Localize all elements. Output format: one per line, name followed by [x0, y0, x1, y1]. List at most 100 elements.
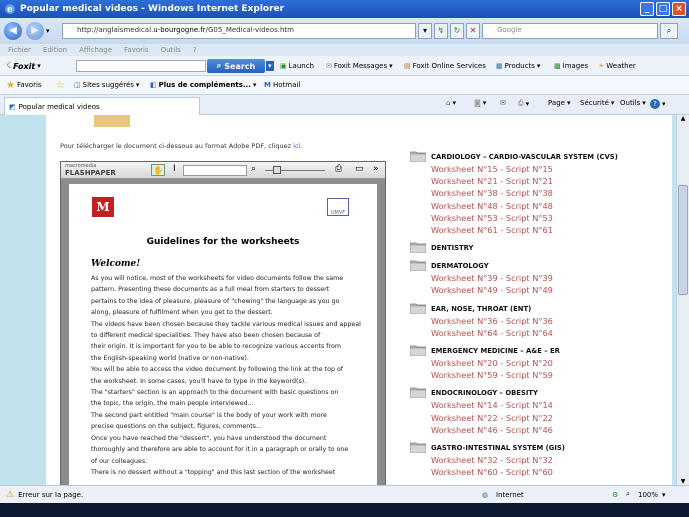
- address-dropdown-button[interactable]: ▾: [418, 23, 432, 39]
- text-select-icon[interactable]: I: [173, 164, 176, 174]
- doc-line: Once you have reached the "dessert", you…: [91, 434, 327, 442]
- close-button[interactable]: ×: [672, 2, 686, 16]
- menu-outils[interactable]: Outils: [161, 46, 181, 54]
- foxit-online-services[interactable]: ▤ Foxit Online Services: [404, 59, 486, 73]
- page-menu[interactable]: Page ▾: [548, 99, 570, 107]
- address-domain: u-bourgogne.fr: [153, 26, 206, 34]
- vertical-scrollbar[interactable]: ▲ ▼: [676, 115, 689, 485]
- scrollbar-thumb[interactable]: [678, 185, 688, 295]
- forward-button[interactable]: ▶: [26, 22, 44, 40]
- tools-menu[interactable]: Outils ▾: [620, 99, 646, 107]
- search-icon[interactable]: ⌕: [660, 23, 678, 39]
- search-box[interactable]: Google: [482, 23, 658, 39]
- security-zone[interactable]: Internet: [496, 491, 524, 499]
- menu-help[interactable]: ?: [193, 46, 197, 54]
- compat-view-button[interactable]: ↯: [434, 23, 448, 39]
- home-button[interactable]: ⌂ ▾: [446, 99, 456, 107]
- foxit-images[interactable]: ▩ Images: [554, 59, 588, 73]
- back-button[interactable]: ◀: [4, 22, 22, 40]
- print-icon[interactable]: ⎙: [335, 164, 342, 174]
- more-addons[interactable]: ◧ Plus de compléments... ▾: [150, 78, 256, 92]
- worksheet-link[interactable]: Worksheet N°49 - Script N°49: [431, 284, 670, 296]
- protected-mode-icon[interactable]: ⚙: [612, 491, 618, 499]
- warning-icon[interactable]: ⚠: [6, 490, 14, 500]
- worksheet-link[interactable]: Worksheet N°32 - Script N°32: [431, 454, 670, 466]
- doc-line: along, pleasure of fulfilment when you g…: [91, 309, 273, 317]
- scroll-down-arrow[interactable]: ▼: [677, 478, 689, 485]
- mail-button[interactable]: ✉: [500, 99, 506, 107]
- category-title: DERMATOLOGY: [431, 262, 489, 271]
- print-icon: ⎙: [518, 99, 524, 107]
- foxit-launch[interactable]: ▣ Launch: [280, 59, 314, 73]
- add-favorite-button[interactable]: ☆: [56, 78, 65, 92]
- suggested-sites[interactable]: ◫ Sites suggérés ▾: [74, 78, 139, 92]
- minimize-button[interactable]: _: [640, 2, 654, 16]
- menu-bar: Fichier Edition Affichage Favoris Outils…: [0, 44, 689, 56]
- chevron-down-icon: ▾: [252, 81, 257, 89]
- hotmail-link[interactable]: M Hotmail: [264, 78, 300, 92]
- menu-fichier[interactable]: Fichier: [8, 46, 31, 54]
- tab-popular-medical-videos[interactable]: ◩ Popular medical videos: [4, 97, 200, 115]
- help-button[interactable]: ? ▾: [650, 99, 666, 109]
- chevron-down-icon[interactable]: ▾: [662, 491, 666, 499]
- foxit-search-input[interactable]: [76, 60, 206, 72]
- worksheet-link[interactable]: Worksheet N°53 - Script N°53: [431, 212, 670, 224]
- feeds-button[interactable]: ◙ ▾: [474, 99, 486, 107]
- worksheet-link[interactable]: Worksheet N°39 - Script N°39: [431, 272, 670, 284]
- images-label: Images: [562, 62, 589, 70]
- print-button[interactable]: ⎙ ▾: [518, 99, 529, 108]
- worksheet-link[interactable]: Worksheet N°14 - Script N°14: [431, 399, 670, 411]
- status-text[interactable]: Erreur sur la page.: [18, 491, 83, 499]
- suggested-label: Sites suggérés: [82, 81, 134, 89]
- foxit-dropdown[interactable]: ▾: [266, 59, 274, 73]
- more-options-icon[interactable]: »: [373, 164, 379, 174]
- maximize-button[interactable]: □: [656, 2, 670, 16]
- worksheet-link[interactable]: Worksheet N°21 - Script N°21: [431, 175, 670, 187]
- history-dropdown-icon[interactable]: ▾: [46, 27, 50, 35]
- scroll-up-arrow[interactable]: ▲: [677, 115, 689, 122]
- star-icon: ★: [6, 79, 15, 91]
- category-title: ENDOCRINOLOGY – OBESITY: [431, 389, 538, 398]
- menu-affichage[interactable]: Affichage: [79, 46, 112, 54]
- chevron-down-icon: ▾: [389, 62, 393, 70]
- status-bar: ⚠ Erreur sur la page. ◍ Internet ⚙ ⌕ 100…: [0, 485, 689, 503]
- zoom-level[interactable]: 100%: [638, 491, 658, 499]
- worksheet-link[interactable]: Worksheet N°59 - Script N°59: [431, 369, 670, 381]
- foxit-weather[interactable]: ☀ Weather: [598, 59, 636, 73]
- worksheet-link[interactable]: Worksheet N°15 - Script N°15: [431, 163, 670, 175]
- products-label: Products: [504, 62, 535, 70]
- chevron-down-icon: ▾: [482, 99, 487, 107]
- stop-button[interactable]: ✕: [466, 23, 480, 39]
- menu-favoris[interactable]: Favoris: [124, 46, 149, 54]
- hand-tool-icon[interactable]: ✋: [151, 164, 165, 176]
- worksheet-link[interactable]: Worksheet N°20 - Script N°20: [431, 357, 670, 369]
- worksheet-link[interactable]: Worksheet N°46 - Script N°46: [431, 424, 670, 436]
- zoom-slider-handle[interactable]: [273, 166, 281, 174]
- worksheet-link[interactable]: Worksheet N°22 - Script N°22: [431, 412, 670, 424]
- worksheet-link[interactable]: Worksheet N°36 - Script N°36: [431, 315, 670, 327]
- page-number-input[interactable]: [183, 165, 247, 176]
- favorites-button[interactable]: ★ Favoris: [6, 78, 42, 92]
- window-controls: _ □ ×: [640, 2, 686, 16]
- security-menu[interactable]: Sécurité ▾: [580, 99, 614, 107]
- menu-edition[interactable]: Edition: [43, 46, 67, 54]
- doc-line: The "starters" section is an approach to…: [91, 389, 339, 397]
- window-title: Popular medical videos - Windows Interne…: [20, 4, 285, 14]
- page-icon: ◩: [9, 102, 16, 111]
- fit-page-icon[interactable]: ▭: [355, 164, 364, 174]
- worksheet-link[interactable]: Worksheet N°38 - Script N°38: [431, 187, 670, 199]
- refresh-button[interactable]: ↻: [450, 23, 464, 39]
- worksheet-link[interactable]: Worksheet N°60 - Script N°60: [431, 466, 670, 478]
- foxit-brand[interactable]: ☇ Foxit ▾: [6, 59, 41, 73]
- foxit-messages[interactable]: ✉ Foxit Messages ▾: [326, 59, 393, 73]
- rss-icon: ◙: [474, 99, 481, 107]
- logo-right: UMVF: [327, 198, 349, 216]
- foxit-products[interactable]: ▦ Products ▾: [496, 59, 540, 73]
- address-path: /G05_Medical-videos.htm: [205, 26, 294, 34]
- worksheet-link[interactable]: Worksheet N°64 - Script N°64: [431, 327, 670, 339]
- address-bar[interactable]: http://anglaismedical.u-bourgogne.fr/G05…: [62, 23, 416, 39]
- foxit-search-button[interactable]: ⌕ Search: [207, 59, 265, 73]
- zoom-icon[interactable]: ⌕: [251, 164, 256, 174]
- worksheet-link[interactable]: Worksheet N°61 - Script N°61: [431, 224, 670, 236]
- worksheet-link[interactable]: Worksheet N°48 - Script N°48: [431, 200, 670, 212]
